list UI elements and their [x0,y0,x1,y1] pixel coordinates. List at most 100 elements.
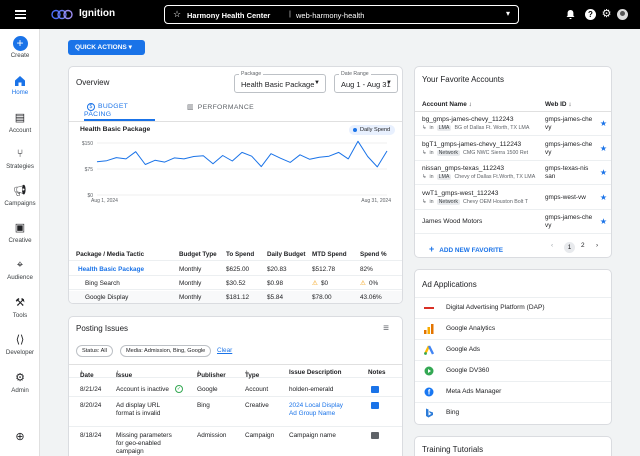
favorite-account-name[interactable]: bg_gmps-james-chevy_112243 [422,116,514,123]
issues-table-header: Date ↑ Issue ↑ Publisher ↑ Type ↑ Issue … [69,364,402,380]
next-page-icon[interactable]: › [596,242,598,249]
notifications-bell-icon[interactable] [565,9,576,20]
strategies-icon: ⑂ [16,148,24,160]
col-package: Package / Media Tactic [76,250,145,258]
ad-application-item[interactable]: f Meta Ads Manager [415,381,611,401]
col-publisher-label: Publisher [197,372,226,379]
col-spend-pct: Spend % [360,250,387,258]
budget-table-row[interactable]: Bing Search Monthly $30.52 $0.98 ⚠ $0 ⚠ 0% [69,276,402,291]
nav-item-home[interactable]: Home [0,73,40,96]
issue-text-line: format is invalid [116,410,161,417]
tab-budget-pacing[interactable]: $ BUDGET PACING [84,103,155,121]
col-issue[interactable]: Issue ↑ [116,369,132,380]
ad-application-item[interactable]: Digital Advertising Platform (DAP) [415,297,611,317]
favorite-account-row[interactable]: nissan_gmps-texas_112243 ↳ in LMA Chevy of D… [415,161,611,185]
nav-item-tools[interactable]: ⚒ Tools [0,296,40,319]
package-select-value: Health Basic Package [241,80,315,89]
nav-item-admin[interactable]: ⚙ Admin [0,371,40,394]
check-circle-icon: ✓ [175,385,183,393]
nav-item-campaigns[interactable]: 📢︎ Campaigns [0,184,40,207]
account-separator: | [289,9,291,18]
col-notes: Notes [368,368,386,376]
y-tick-label: $75 [85,167,94,173]
web-id-line: vy [545,124,552,131]
location-pin-icon: ⌖ [16,259,24,271]
filter-list-icon[interactable]: ≡ [383,323,389,334]
quick-actions-label: QUICK ACTIONS [75,44,127,51]
col-type[interactable]: Type ↑ [245,369,259,380]
star-filled-icon[interactable]: ★ [600,217,607,226]
ad-applications-card: Ad Applications Digital Advertising Plat… [414,269,612,425]
nav-label-creative: Creative [8,237,32,244]
x-tick-label: Aug 31, 2024 [361,198,391,204]
favorite-account-name[interactable]: James Wood Motors [422,218,482,225]
budget-table-row[interactable]: Google Display Monthly $181.12 $5.84 $78.00 4… [69,290,402,303]
favorite-account-row[interactable]: James Wood Motors gmps-james-che vy ★ [415,210,611,234]
caret-down-icon: ▼ [386,80,392,86]
nav-item-strategies[interactable]: ⑂ Strategies [0,147,40,170]
row-mtd-spend: $78.00 [312,294,332,302]
media-filter-chip[interactable]: Media: Admission, Bing, Google [120,345,212,357]
star-filled-icon[interactable]: ★ [600,168,607,177]
star-outline-icon[interactable]: ☆ [173,9,181,20]
add-circle-icon[interactable]: ⊕ [0,430,40,445]
ad-application-item[interactable]: Google Analytics [415,318,611,338]
ad-application-item[interactable]: Bing [415,402,611,422]
favorite-account-name[interactable]: vwT1_gmps-west_112243 [422,190,498,197]
favorite-account-name[interactable]: nissan_gmps-texas_112243 [422,165,504,172]
issue-type: Creative [245,402,269,409]
account-address: Chevy OEM Houston Bolt T [463,198,528,205]
quick-actions-button[interactable]: QUICK ACTIONS ▾ [68,40,145,55]
web-id-line: san [545,173,556,180]
page-2[interactable]: 2 [581,242,585,249]
col-daily-budget: Daily Budget [267,250,306,258]
star-filled-icon[interactable]: ★ [600,144,607,153]
chevron-down-icon[interactable]: ▾ [506,9,510,18]
star-filled-icon[interactable]: ★ [600,193,607,202]
ad-application-item[interactable]: Google Ads [415,339,611,359]
meta-icon: f [424,387,434,397]
favorite-account-name[interactable]: bgT1_gmps-james-chevy_112243 [422,141,521,148]
issue-description-line[interactable]: 2024 Local Display [289,402,343,409]
nav-item-account[interactable]: ▤ Account [0,111,40,134]
package-select[interactable]: Package Health Basic Package ▼ [234,71,326,93]
note-comment-icon[interactable] [371,432,379,439]
clear-filters-link[interactable]: Clear [217,347,232,354]
favorite-account-row[interactable]: bgT1_gmps-james-chevy_112243 ↳ in Network CM… [415,137,611,161]
row-package-name[interactable]: Health Basic Package [78,266,144,273]
nav-item-developer[interactable]: ⟨⟩ Developer [0,333,40,356]
nav-item-audience[interactable]: ⌖ Audience [0,258,40,281]
menu-icon[interactable] [15,8,26,19]
status-filter-chip[interactable]: Status: All [76,345,113,357]
note-comment-icon[interactable] [371,386,379,393]
plus-icon[interactable]: + [12,36,28,51]
overview-title: Overview [76,78,110,87]
subdirectory-arrow-icon: ↳ [422,198,427,205]
gear-icon[interactable]: ⚙ [601,9,612,20]
col-account-name[interactable]: Account Name ↓ [422,101,472,108]
nav-item-creative[interactable]: ▣ Creative [0,221,40,244]
account-selector[interactable]: ☆ Harmony Health Center | web-harmony-he… [164,5,519,24]
package-select-label: Package [239,71,264,77]
date-range-select[interactable]: Date Range Aug 1 - Aug 31 ▼ [334,71,398,93]
col-date[interactable]: Date ↑ [80,369,94,380]
budget-table-row[interactable]: Health Basic Package Monthly $625.00 $20.83… [69,262,402,276]
user-avatar[interactable] [617,9,628,20]
issue-description-line[interactable]: Ad Group Name [289,410,335,417]
col-publisher[interactable]: Publisher ↑ [197,369,226,380]
nav-expand[interactable]: ⊕ [0,430,40,445]
page-1[interactable]: 1 [564,242,575,253]
favorite-web-id: gmps-james-che vy [545,214,595,230]
prev-page-icon[interactable]: ‹ [551,242,553,249]
add-new-favorite-button[interactable]: + ADD NEW FAVORITE [429,244,503,254]
favorite-account-row[interactable]: vwT1_gmps-west_112243 ↳ in Network Chevy OEM… [415,186,611,210]
col-web-id[interactable]: Web ID ↓ [545,101,572,108]
help-icon[interactable]: ? [585,9,596,20]
nav-create[interactable]: + Create [0,36,40,59]
tab-performance[interactable]: ▥ PERFORMANCE [187,103,254,121]
favorite-account-row[interactable]: bg_gmps-james-chevy_112243 ↳ in LMA BG of Da… [415,112,611,136]
star-filled-icon[interactable]: ★ [600,119,607,128]
col-to-spend: To Spend [226,250,255,258]
note-comment-icon[interactable] [371,402,379,409]
ad-application-item[interactable]: Google DV360 [415,360,611,380]
